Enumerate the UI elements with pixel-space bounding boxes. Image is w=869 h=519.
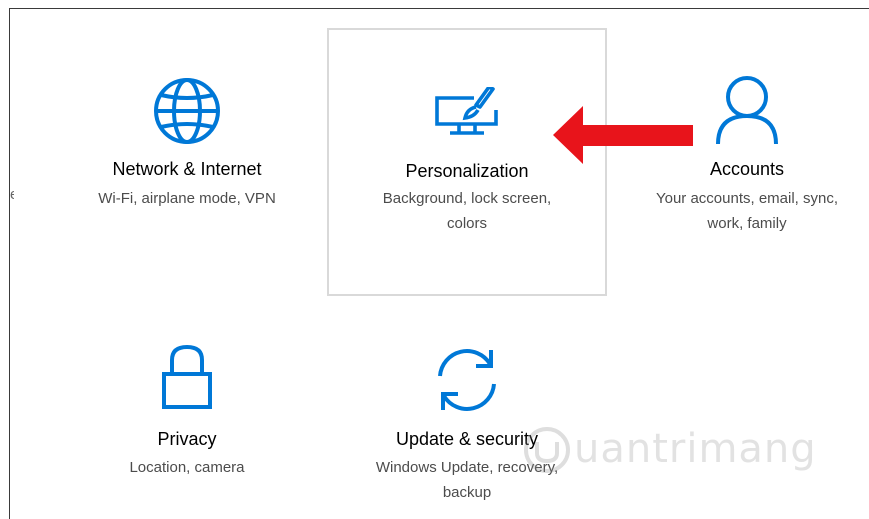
tile-description-line: Location, camera [129, 459, 245, 476]
clipped-text-fragment: e [10, 186, 14, 203]
tile-privacy[interactable]: Privacy Location, camera [87, 330, 287, 480]
tile-title: Network & Internet [112, 159, 262, 179]
tile-description: Background, lock screen, colors [329, 186, 605, 236]
tile-description-line: Wi-Fi, airplane mode, VPN [98, 190, 276, 207]
tile-description-line: backup [442, 484, 492, 501]
tile-title: Accounts [709, 159, 785, 179]
tile-description: Windows Update, recovery, backup [347, 455, 587, 505]
tile-update-security[interactable]: Update & security Windows Update, recove… [347, 330, 587, 510]
tile-description-line: Windows Update, recovery, [375, 459, 559, 476]
person-icon [716, 76, 778, 145]
settings-window: e Network & Internet Wi-Fi, airplane mod… [0, 0, 869, 519]
tile-description-line: colors [446, 215, 487, 232]
window-border-left [9, 8, 10, 519]
tile-title: Personalization [405, 161, 529, 181]
tile-description: Location, camera [87, 455, 287, 480]
tile-description: Your accounts, email, sync, work, family [632, 186, 862, 236]
tile-description: Wi-Fi, airplane mode, VPN [62, 186, 312, 211]
tile-description-line: Background, lock screen, [382, 190, 552, 207]
globe-icon [154, 78, 220, 144]
lock-icon [162, 344, 212, 409]
tile-title: Privacy [157, 429, 217, 449]
tile-accounts[interactable]: Accounts Your accounts, email, sync, wor… [632, 60, 862, 232]
sync-icon [438, 349, 496, 411]
paintbrush-monitor-icon [435, 87, 498, 135]
watermark-text: uantrimang [574, 426, 817, 472]
tile-network-internet[interactable]: Network & Internet Wi-Fi, airplane mode,… [62, 60, 312, 230]
tile-title: Update & security [395, 429, 539, 449]
window-border-top [9, 8, 869, 9]
tile-description-line: Your accounts, email, sync, [655, 190, 839, 207]
tile-description-line: work, family [707, 215, 787, 232]
